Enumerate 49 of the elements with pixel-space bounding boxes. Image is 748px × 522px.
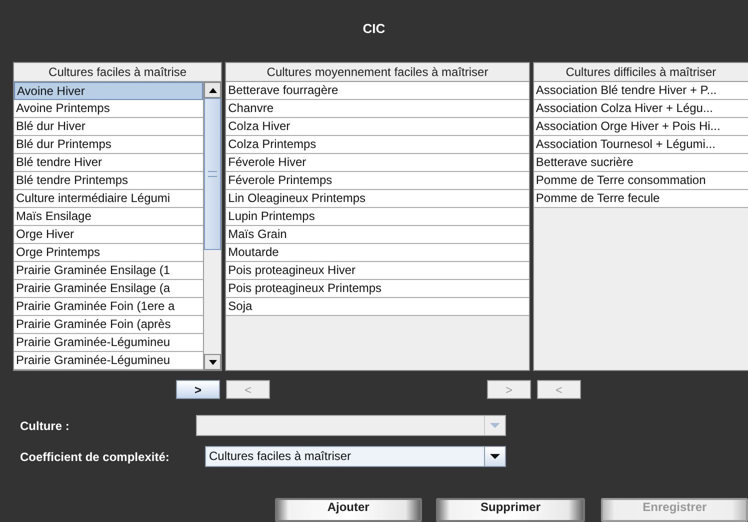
list-item[interactable]: Blé tendre Hiver — [14, 154, 204, 172]
list-item[interactable]: Lin Oleagineux Printemps — [226, 190, 529, 208]
list-item[interactable]: Pois proteagineux Printemps — [226, 280, 529, 298]
list-item[interactable]: Colza Hiver — [226, 118, 529, 136]
list-item[interactable]: Prairie Graminée Ensilage (a — [14, 280, 204, 298]
action-button[interactable]: Supprimer — [436, 498, 586, 522]
list-item[interactable]: Blé dur Hiver — [14, 118, 204, 136]
list-item[interactable]: Association Blé tendre Hiver + P... — [534, 82, 748, 100]
list-item[interactable]: Moutarde — [226, 244, 529, 262]
dropdown-arrow-icon — [490, 454, 500, 459]
list-item[interactable]: Soja — [226, 298, 529, 316]
list-item[interactable]: Betterave sucrière — [534, 154, 748, 172]
scroll-thumb[interactable] — [204, 98, 222, 250]
list-item[interactable]: Pois proteagineux Hiver — [226, 262, 529, 280]
list-item[interactable]: Orge Printemps — [14, 244, 204, 262]
list-item[interactable]: Colza Printemps — [226, 136, 529, 154]
list-item[interactable]: Lupin Printemps — [226, 208, 529, 226]
list-item[interactable]: Maïs Grain — [226, 226, 529, 244]
list-item[interactable]: Association Orge Hiver + Pois Hi... — [534, 118, 748, 136]
scroll-up-icon[interactable] — [204, 82, 222, 98]
list-item[interactable]: Pomme de Terre consommation — [534, 172, 748, 190]
list-item[interactable]: Prairie Graminée-Légumineu — [14, 352, 204, 370]
action-button[interactable]: Ajouter — [275, 498, 422, 522]
list-item[interactable]: Association Tournesol + Légumi... — [534, 136, 748, 154]
list-item[interactable]: Prairie Graminée Foin (1ere a — [14, 298, 204, 316]
list-item[interactable]: Chanvre — [226, 100, 529, 118]
field-label: Coefficient de complexité: — [19, 450, 170, 464]
list-item[interactable]: Orge Hiver — [14, 226, 204, 244]
list-item[interactable]: Pomme de Terre fecule — [534, 190, 748, 208]
list-item[interactable]: Avoine Hiver — [14, 82, 204, 100]
scroll-down-icon[interactable] — [204, 354, 222, 370]
list-item[interactable]: Féverole Hiver — [226, 154, 529, 172]
move-button[interactable]: > — [176, 380, 220, 399]
list-item[interactable]: Culture intermédiaire Légumi — [14, 190, 204, 208]
window-title: CIC — [362, 21, 386, 36]
list-item[interactable]: Blé tendre Printemps — [14, 172, 204, 190]
list-item[interactable]: Féverole Printemps — [226, 172, 529, 190]
list-item[interactable]: Betterave fourragère — [226, 82, 529, 100]
list-item[interactable]: Association Colza Hiver + Légu... — [534, 100, 748, 118]
list-item[interactable]: Avoine Printemps — [14, 100, 204, 118]
list-item[interactable]: Blé dur Printemps — [14, 136, 204, 154]
dropdown-arrow-icon — [490, 423, 500, 428]
list-item[interactable]: Maïs Ensilage — [14, 208, 204, 226]
dropdown[interactable]: Cultures faciles à maîtriser — [205, 446, 506, 467]
list-item[interactable]: Prairie Graminée Ensilage (1 — [14, 262, 204, 280]
list-item[interactable]: Prairie Graminée-Légumineu — [14, 334, 204, 352]
scrollbar[interactable] — [203, 82, 222, 370]
field-label: Culture : — [19, 418, 70, 432]
list-item[interactable]: Prairie Graminée Foin (après — [14, 316, 204, 334]
